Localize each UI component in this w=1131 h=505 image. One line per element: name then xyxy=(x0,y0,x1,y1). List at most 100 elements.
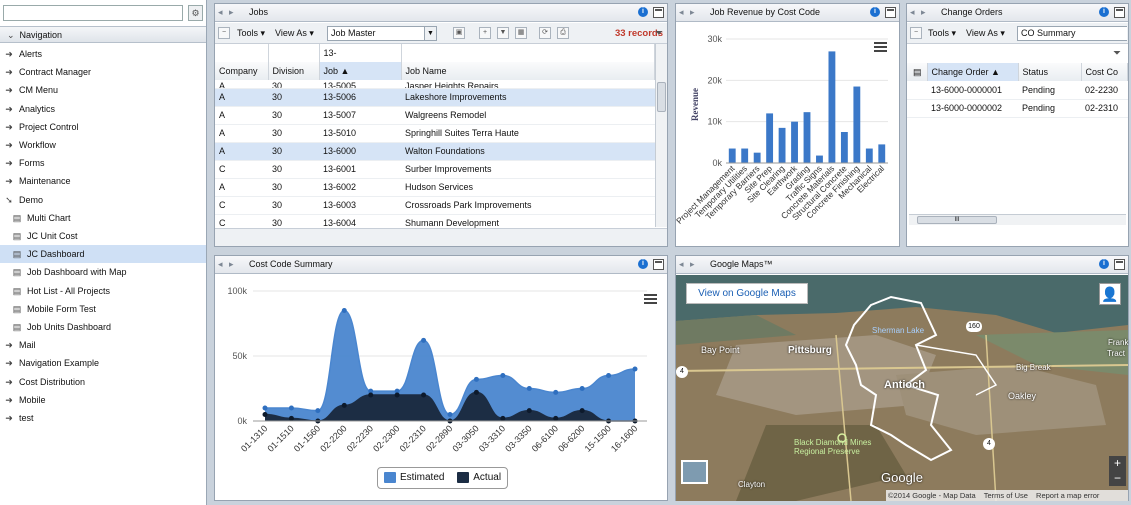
jobs-grid: 13- Company Division Job ▲ Job Name A 30… xyxy=(215,44,655,243)
table-row[interactable]: A 30 13-5010 Springhill Suites Terra Haute xyxy=(215,124,655,143)
info-icon[interactable]: i xyxy=(638,7,648,17)
table-row[interactable]: A 30 13-6002 Hudson Services xyxy=(215,178,655,197)
info-icon[interactable]: i xyxy=(1099,7,1109,17)
map-thumbnail[interactable] xyxy=(681,460,708,484)
sidebar-item[interactable]: ➜ Contract Manager xyxy=(0,63,206,81)
point xyxy=(500,373,506,378)
panel-nav-arrows-icon[interactable]: ◂ ▸ xyxy=(218,4,236,21)
sidebar-item[interactable]: ▤ JC Dashboard xyxy=(0,245,206,264)
nav-search-input[interactable] xyxy=(3,5,183,21)
nav-header[interactable]: ⌄ Navigation xyxy=(0,26,206,43)
point xyxy=(421,392,427,398)
sidebar-item[interactable]: ➜ Cost Distribution xyxy=(0,373,206,391)
sidebar-item[interactable]: ➘ Demo xyxy=(0,191,206,209)
collapse-icon[interactable]: − xyxy=(218,27,230,39)
add-icon[interactable]: + xyxy=(479,27,491,39)
sidebar-item[interactable]: ▤ Job Dashboard with Map xyxy=(0,263,206,281)
sidebar-item[interactable]: ➜ Alerts xyxy=(0,45,206,63)
view-select[interactable]: Job Master ▼ xyxy=(327,26,437,41)
table-row[interactable]: C 30 13-6003 Crossroads Park Improvements xyxy=(215,196,655,215)
view-as-menu[interactable]: View As ▾ xyxy=(275,26,314,41)
table-row[interactable]: A 30 13-5007 Walgreens Remodel xyxy=(215,106,655,125)
col-job[interactable]: Job ▲ xyxy=(319,62,402,80)
view-as-menu[interactable]: View As ▾ xyxy=(966,26,1005,41)
panel-nav-arrows-icon[interactable]: ◂ ▸ xyxy=(679,256,697,273)
sidebar-item[interactable]: ➜ Forms xyxy=(0,154,206,172)
tools-menu[interactable]: Tools ▾ xyxy=(928,26,956,41)
col-division[interactable]: Division xyxy=(268,62,320,80)
sidebar-item[interactable]: ➜ test xyxy=(0,409,206,427)
sidebar-item[interactable]: ▤ JC Unit Cost xyxy=(0,227,206,245)
arrow-icon: ➜ xyxy=(5,176,13,187)
legend-item-actual[interactable]: Actual xyxy=(457,471,501,483)
page-icon: ▤ xyxy=(12,231,22,241)
sidebar-item-label: Hot List - All Projects xyxy=(27,285,111,296)
sidebar-item[interactable]: ➜ Navigation Example xyxy=(0,354,206,372)
save-icon[interactable]: ▣ xyxy=(453,27,465,39)
table-row[interactable]: A 30 13-6000 Walton Foundations xyxy=(215,142,655,161)
cell: A xyxy=(215,88,268,107)
zoom-out-button[interactable]: − xyxy=(1109,471,1126,486)
sidebar-item[interactable]: ➜ Mail xyxy=(0,336,206,354)
table-row[interactable]: 13-6000-0000001 Pending 02-2230 xyxy=(907,81,1128,100)
print-icon[interactable]: ⎙ xyxy=(557,27,569,39)
info-icon[interactable]: i xyxy=(1099,259,1109,269)
panel-nav-arrows-icon[interactable]: ◂ ▸ xyxy=(679,4,697,21)
table-row[interactable]: A 30 13-5006 Lakeshore Improvements xyxy=(215,88,655,107)
filter-icon[interactable]: ▼ xyxy=(497,27,509,39)
maximize-icon[interactable] xyxy=(653,7,664,18)
sidebar-item[interactable]: ▤ Mobile Form Test xyxy=(0,300,206,318)
table-row[interactable]: 13-6000-0000002 Pending 02-2310 xyxy=(907,99,1128,118)
table-row-partial[interactable]: A 30 13-5005 Jasper Heights Repairs xyxy=(215,80,655,89)
x-tick-label: 02-2890 xyxy=(424,423,454,453)
sidebar-item[interactable]: ▤ Multi Chart xyxy=(0,209,206,227)
route-badge: 4 xyxy=(983,438,995,450)
terms-link[interactable]: Terms of Use xyxy=(984,491,1028,500)
legend-item-estimated[interactable]: Estimated xyxy=(384,471,444,483)
funnel-icon[interactable]: ⏷ xyxy=(655,28,663,39)
col-job-name[interactable]: Job Name xyxy=(401,62,655,80)
maximize-icon[interactable] xyxy=(653,259,664,270)
col-cost-code[interactable]: Cost Co xyxy=(1081,63,1128,81)
tools-menu[interactable]: Tools ▾ xyxy=(237,26,265,41)
gear-icon[interactable]: ⚙ xyxy=(188,5,203,21)
panel-nav-arrows-icon[interactable]: ◂ ▸ xyxy=(218,256,236,273)
col-change-order[interactable]: Change Order ▲ xyxy=(927,63,1019,81)
sidebar-item[interactable]: ➜ Workflow xyxy=(0,136,206,154)
point xyxy=(262,412,268,417)
sidebar-item[interactable]: ➜ Analytics xyxy=(0,100,206,118)
maximize-icon[interactable] xyxy=(1114,7,1125,18)
col-company[interactable]: Company xyxy=(215,62,269,80)
y-tick-label: 20k xyxy=(707,75,722,85)
funnel-icon[interactable]: ⏷ xyxy=(1113,48,1121,59)
cell: 13-6002 xyxy=(319,178,401,197)
co-view-select[interactable]: CO Summary xyxy=(1017,26,1127,41)
sidebar-item[interactable]: ➜ CM Menu xyxy=(0,81,206,99)
refresh-icon[interactable]: ⟳ xyxy=(539,27,551,39)
sidebar-item[interactable]: ▤ Job Units Dashboard xyxy=(0,318,206,336)
sidebar-item[interactable]: ➜ Mobile xyxy=(0,391,206,409)
sidebar-item[interactable]: ➜ Project Control xyxy=(0,118,206,136)
sidebar-item[interactable]: ➜ Maintenance xyxy=(0,172,206,190)
report-error-link[interactable]: Report a map error xyxy=(1036,491,1099,500)
collapse-icon[interactable]: − xyxy=(910,27,922,39)
cell: Jasper Heights Repairs xyxy=(401,80,655,89)
panel-nav-arrows-icon[interactable]: ◂ ▸ xyxy=(910,4,928,21)
zoom-in-button[interactable]: + xyxy=(1109,456,1126,471)
cell: A xyxy=(215,106,268,125)
co-scrollbar[interactable]: III xyxy=(909,214,1126,225)
info-icon[interactable]: i xyxy=(870,7,880,17)
jobs-title: Jobs xyxy=(249,7,269,17)
jobs-scrollbar[interactable] xyxy=(655,44,667,227)
col-status[interactable]: Status xyxy=(1018,63,1082,81)
view-on-google-maps-link[interactable]: View on Google Maps xyxy=(686,283,808,304)
maximize-icon[interactable] xyxy=(885,7,896,18)
columns-icon[interactable]: ▦ xyxy=(515,27,527,39)
sidebar-item[interactable]: ▤ Hot List - All Projects xyxy=(0,282,206,300)
maximize-icon[interactable] xyxy=(1114,259,1125,270)
table-row[interactable]: C 30 13-6001 Surber Improvements xyxy=(215,160,655,179)
cell: 13-5010 xyxy=(319,124,401,143)
maps-title: Google Maps™ xyxy=(710,259,773,269)
street-view-icon[interactable]: 👤 xyxy=(1099,283,1121,305)
info-icon[interactable]: i xyxy=(638,259,648,269)
